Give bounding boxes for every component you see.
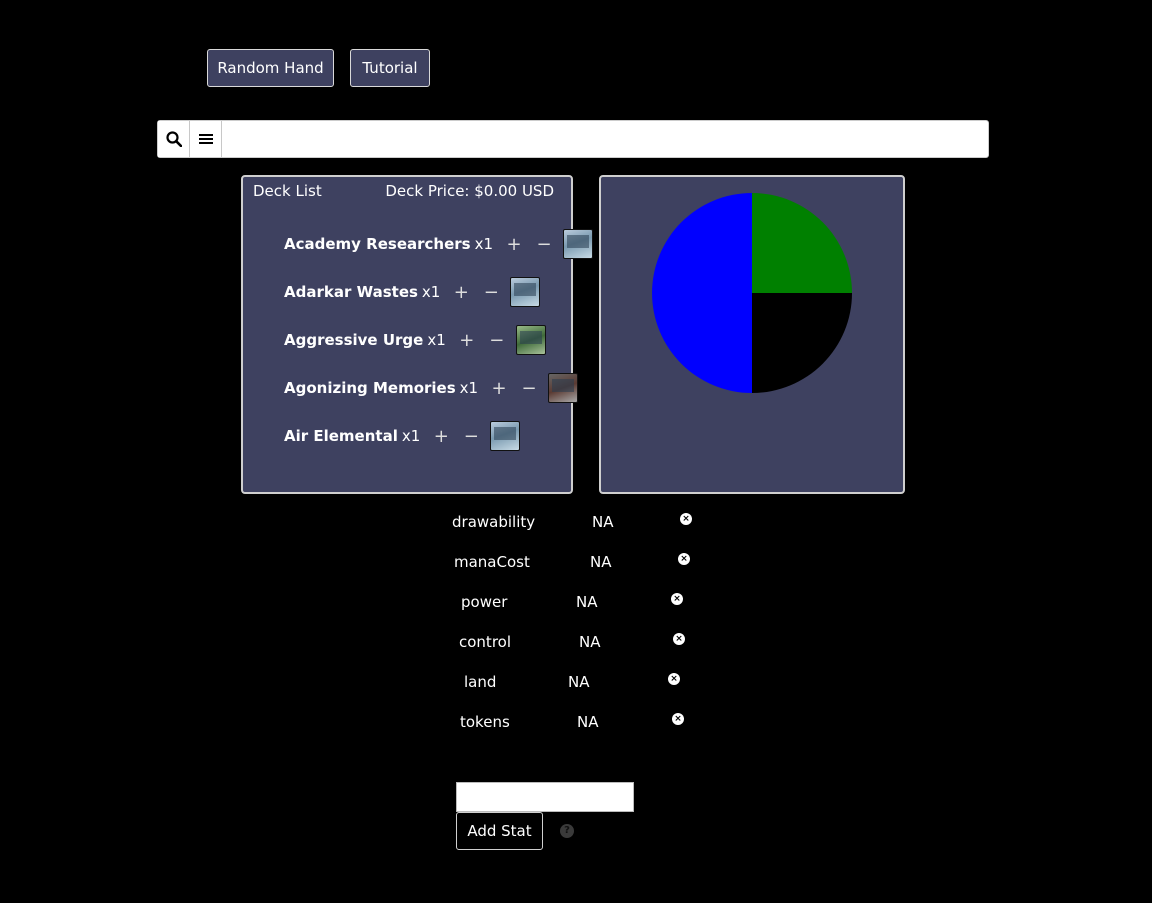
- stat-name: drawability: [452, 513, 536, 531]
- card-name[interactable]: Agonizing Memories: [284, 379, 456, 397]
- stat-name: power: [461, 593, 508, 611]
- decrement-card-button[interactable]: −: [460, 426, 482, 447]
- card-row: Academy Researchers x1 + −: [284, 228, 593, 260]
- random-hand-button[interactable]: Random Hand: [207, 49, 334, 87]
- stat-name: manaCost: [454, 553, 530, 571]
- card-quantity: x1: [401, 427, 421, 445]
- stat-value: NA: [579, 633, 601, 651]
- card-thumbnail[interactable]: [563, 229, 593, 259]
- search-input[interactable]: [222, 121, 988, 157]
- add-stat-button[interactable]: Add Stat: [456, 812, 543, 850]
- card-row: Adarkar Wastes x1 + −: [284, 276, 541, 308]
- stat-name: tokens: [460, 713, 510, 731]
- menu-icon[interactable]: [190, 121, 222, 157]
- card-name[interactable]: Aggressive Urge: [284, 331, 423, 349]
- stat-row: drawability NA ×: [452, 513, 692, 535]
- pie-chart: [652, 193, 852, 393]
- card-row: Agonizing Memories x1 + −: [284, 372, 579, 404]
- increment-card-button[interactable]: +: [456, 330, 478, 351]
- remove-stat-icon[interactable]: ×: [668, 673, 680, 685]
- stat-name: control: [459, 633, 511, 651]
- pie-slice-2: [652, 193, 752, 393]
- card-thumbnail[interactable]: [515, 325, 546, 355]
- decrement-card-button[interactable]: −: [480, 282, 502, 303]
- deck-price: Deck Price: $0.00 USD: [385, 182, 554, 200]
- card-thumbnail[interactable]: [490, 421, 521, 451]
- pie-slice-1: [752, 293, 852, 393]
- decrement-card-button[interactable]: −: [518, 378, 540, 399]
- card-quantity: x1: [459, 379, 479, 397]
- help-icon[interactable]: ?: [560, 824, 574, 838]
- stat-name: land: [464, 673, 497, 691]
- card-name[interactable]: Academy Researchers: [284, 235, 471, 253]
- search-bar: [157, 120, 989, 158]
- remove-stat-icon[interactable]: ×: [678, 553, 690, 565]
- decrement-card-button[interactable]: −: [533, 234, 555, 255]
- stat-value: NA: [590, 553, 612, 571]
- increment-card-button[interactable]: +: [450, 282, 472, 303]
- search-icon[interactable]: [158, 121, 190, 157]
- stat-value: NA: [592, 513, 614, 531]
- stat-row: land NA ×: [464, 673, 704, 695]
- increment-card-button[interactable]: +: [488, 378, 510, 399]
- remove-stat-icon[interactable]: ×: [680, 513, 692, 525]
- card-quantity: x1: [421, 283, 441, 301]
- stat-row: control NA ×: [459, 633, 699, 655]
- increment-card-button[interactable]: +: [430, 426, 452, 447]
- stat-row: manaCost NA ×: [454, 553, 694, 575]
- card-quantity: x1: [427, 331, 446, 349]
- card-row: Air Elemental x1 + −: [284, 420, 521, 452]
- stat-value: NA: [577, 713, 599, 731]
- remove-stat-icon[interactable]: ×: [672, 713, 684, 725]
- deck-list-panel: Deck List Deck Price: $0.00 USD Academy …: [241, 175, 593, 494]
- remove-stat-icon[interactable]: ×: [673, 633, 685, 645]
- chart-panel: [599, 175, 905, 494]
- stat-row: tokens NA ×: [460, 713, 700, 735]
- decrement-card-button[interactable]: −: [486, 330, 508, 351]
- increment-card-button[interactable]: +: [503, 234, 525, 255]
- stat-value: NA: [576, 593, 598, 611]
- card-name[interactable]: Adarkar Wastes: [284, 283, 418, 301]
- tutorial-button[interactable]: Tutorial: [350, 49, 430, 87]
- card-row: Aggressive Urge x1 + −: [284, 324, 546, 356]
- stat-row: power NA ×: [461, 593, 701, 615]
- card-quantity: x1: [474, 235, 493, 253]
- deck-list-title: Deck List: [253, 182, 322, 200]
- card-name[interactable]: Air Elemental: [284, 427, 398, 445]
- stat-value: NA: [568, 673, 590, 691]
- card-thumbnail[interactable]: [510, 277, 541, 307]
- new-stat-input[interactable]: [456, 782, 634, 812]
- remove-stat-icon[interactable]: ×: [671, 593, 683, 605]
- card-thumbnail[interactable]: [548, 373, 579, 403]
- pie-slice-0: [752, 193, 852, 293]
